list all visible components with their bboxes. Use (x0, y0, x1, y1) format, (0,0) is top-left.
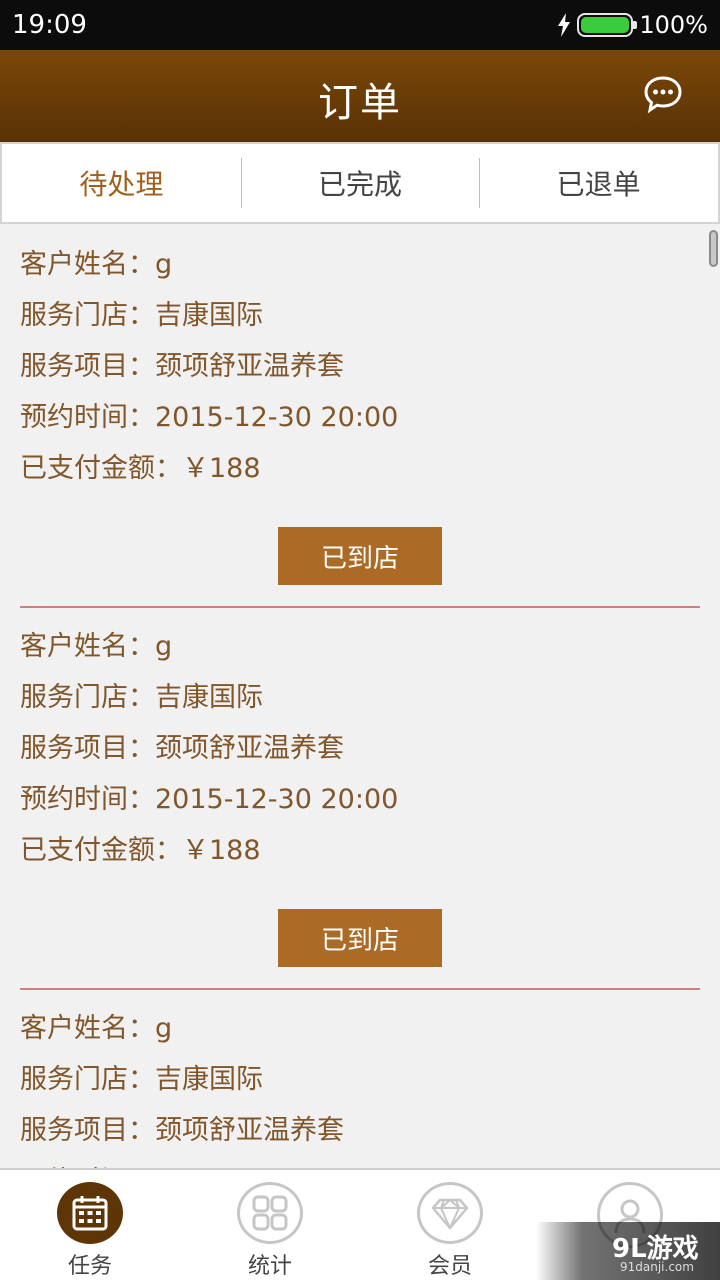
nav-member-circle (417, 1182, 483, 1244)
order-tabs: 待处理 已完成 已退单 (0, 142, 720, 224)
grid-icon (252, 1195, 288, 1231)
status-bar: 19:09 100% (0, 0, 720, 50)
service-store: 服务门店：吉康国际 (20, 1064, 263, 1095)
page-title: 订单 (318, 80, 402, 126)
nav-task-label: 任务 (67, 1254, 112, 1279)
arrived-button[interactable]: 已到店 (278, 909, 442, 967)
nav-stats-circle (237, 1182, 303, 1244)
service-item: 服务项目：颈项舒亚温养套 (20, 351, 344, 382)
appointment-time: 预约时间：2015-12-30 20:00 (20, 402, 399, 433)
nav-stats-label: 统计 (247, 1254, 292, 1279)
battery-percent: 100% (639, 11, 708, 39)
status-time: 19:09 (12, 10, 87, 40)
service-store: 服务门店：吉康国际 (20, 300, 263, 331)
nav-task-circle (57, 1182, 123, 1244)
app-header: 订单 (0, 50, 720, 142)
customer-name: 客户姓名：g (20, 631, 173, 662)
service-item: 服务项目：颈项舒亚温养套 (20, 1115, 344, 1146)
paid-amount: 已支付金额：￥188 (20, 453, 261, 484)
tab-pending[interactable]: 待处理 (2, 144, 241, 222)
nav-stats[interactable]: 统计 (180, 1170, 360, 1280)
order-card: 客户姓名：g 服务门店：吉康国际 服务项目：颈项舒亚温养套 预约时间：2015-… (20, 226, 700, 608)
scrollbar-thumb[interactable] (709, 230, 718, 267)
tab-completed[interactable]: 已完成 (240, 144, 480, 222)
order-card: 客户姓名：g 服务门店：吉康国际 服务项目：颈项舒亚温养套 预约时间：2015-… (20, 608, 700, 990)
order-card: 客户姓名：g 服务门店：吉康国际 服务项目：颈项舒亚温养套 预约时间：2015-… (20, 990, 700, 1168)
watermark: 9L游戏 91danji.com (536, 1222, 720, 1280)
watermark-url: 91danji.com (620, 1260, 694, 1274)
diamond-icon (431, 1198, 469, 1230)
order-list[interactable]: 客户姓名：g 服务门店：吉康国际 服务项目：颈项舒亚温养套 预约时间：2015-… (0, 226, 720, 1168)
status-right: 100% (557, 10, 708, 40)
nav-member[interactable]: 会员 (360, 1170, 540, 1280)
battery-icon (577, 13, 638, 37)
chat-bubble-icon (644, 76, 682, 114)
chat-button[interactable] (642, 74, 684, 116)
appointment-time: 预约时间：2015-12-30 19:00 (20, 1153, 700, 1168)
tab-refunded[interactable]: 已退单 (479, 144, 718, 222)
nav-task[interactable]: 任务 (0, 1170, 180, 1280)
service-store: 服务门店：吉康国际 (20, 682, 263, 713)
charging-icon (558, 13, 571, 37)
customer-name: 客户姓名：g (20, 1013, 173, 1044)
customer-name: 客户姓名：g (20, 249, 173, 280)
nav-member-label: 会员 (427, 1254, 472, 1279)
arrived-button[interactable]: 已到店 (278, 527, 442, 585)
calendar-icon (72, 1196, 108, 1231)
appointment-time: 预约时间：2015-12-30 20:00 (20, 784, 399, 815)
paid-amount: 已支付金额：￥188 (20, 835, 261, 866)
service-item: 服务项目：颈项舒亚温养套 (20, 733, 344, 764)
